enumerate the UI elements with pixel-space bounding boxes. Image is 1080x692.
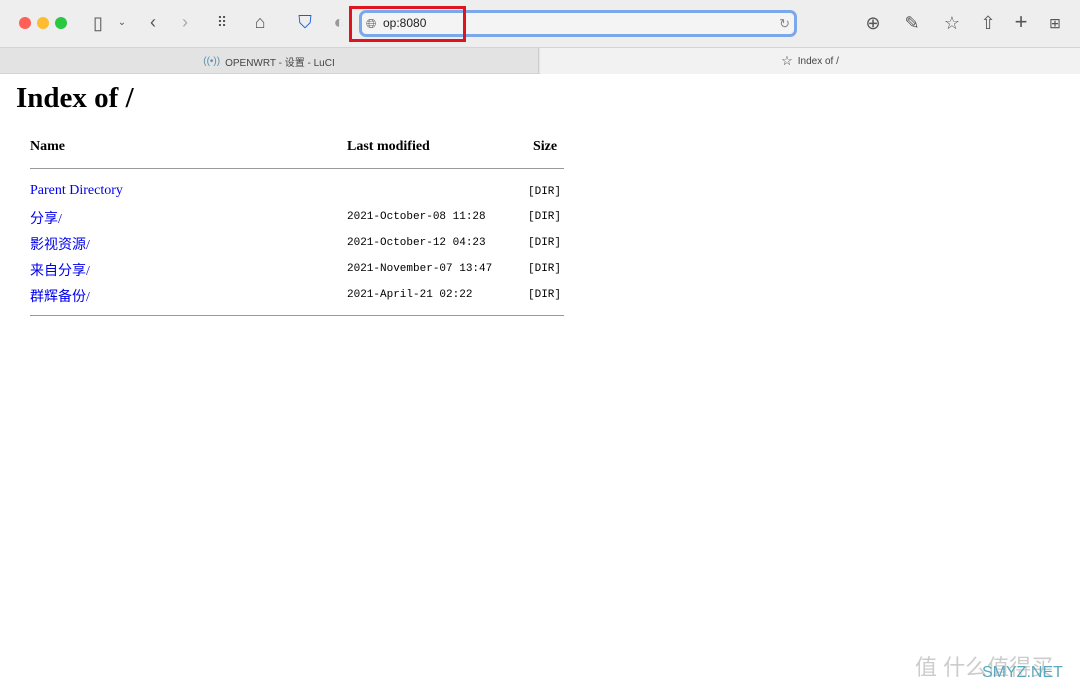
tab-overview-icon[interactable]: ⊞ <box>1045 13 1065 33</box>
table-row: Parent Directory [DIR] <box>0 183 600 207</box>
modified-cell: 2021-April-21 02:22 <box>347 289 473 301</box>
wireless-icon: ((•)) <box>203 55 221 67</box>
download-icon[interactable]: ⊕ <box>863 13 883 33</box>
table-row: 影视资源/2021-October-12 04:23 [DIR] <box>0 234 600 258</box>
table-row: 来自分享/2021-November-07 13:47 [DIR] <box>0 260 600 284</box>
size-cell: [DIR] <box>528 263 562 275</box>
share-icon[interactable]: ⇧ <box>978 13 998 33</box>
bitwarden-shield-icon[interactable]: ⛉ <box>294 12 316 32</box>
minimize-window-button[interactable] <box>37 17 49 29</box>
column-header-size: Size <box>533 139 558 154</box>
tab-label: Index of / <box>797 55 839 67</box>
watermark-site: SMYZ.NET <box>982 664 1063 681</box>
column-header-name: Name <box>30 139 65 154</box>
size-cell: [DIR] <box>528 186 562 198</box>
divider <box>30 168 564 169</box>
directory-link[interactable]: 分享/ <box>30 208 62 228</box>
chevron-down-icon[interactable]: ⌄ <box>116 13 128 33</box>
forward-button[interactable]: › <box>176 12 194 32</box>
column-header-modified: Last modified <box>347 139 430 154</box>
tab-bar: ((•)) OPENWRT - 设置 - LuCI ☆ Index of / <box>0 47 1080 74</box>
size-cell: [DIR] <box>528 211 562 223</box>
sidebar-toggle-icon[interactable]: ▯ <box>88 13 108 33</box>
table-row: 分享/2021-October-08 11:28 [DIR] <box>0 208 600 232</box>
new-tab-button[interactable]: + <box>1011 11 1031 33</box>
tab-index[interactable]: ☆ Index of / <box>540 48 1080 74</box>
maximize-window-button[interactable] <box>55 17 67 29</box>
page-title: Index of / <box>16 82 134 114</box>
browser-toolbar: ▯ ⌄ ‹ › ⠿ ⌂ ⛉ ◐ 🌐︎ op:8080 ↻ ⊕ ✎ ☆ ⇧ + ⊞ <box>0 0 1080 47</box>
tab-openwrt[interactable]: ((•)) OPENWRT - 设置 - LuCI <box>0 48 539 74</box>
modified-cell: 2021-October-12 04:23 <box>347 237 486 249</box>
divider <box>30 315 564 316</box>
modified-cell: 2021-October-08 11:28 <box>347 211 486 223</box>
table-row: 群辉备份/2021-April-21 02:22 [DIR] <box>0 286 600 310</box>
back-button[interactable]: ‹ <box>144 12 162 32</box>
directory-link[interactable]: 来自分享/ <box>30 260 90 280</box>
grid-apps-icon[interactable]: ⠿ <box>211 12 233 32</box>
star-icon[interactable]: ☆ <box>942 13 962 33</box>
directory-link[interactable]: 影视资源/ <box>30 234 90 254</box>
privacy-shield-icon[interactable]: ◐ <box>330 12 348 32</box>
keyboard-pen-icon[interactable]: ✎ <box>900 13 924 33</box>
size-cell: [DIR] <box>528 289 562 301</box>
modified-cell: 2021-November-07 13:47 <box>347 263 493 275</box>
home-icon[interactable]: ⌂ <box>249 12 271 32</box>
star-icon: ☆ <box>781 53 793 68</box>
size-cell: [DIR] <box>528 237 562 249</box>
highlight-annotation-box <box>349 6 466 42</box>
reload-icon[interactable]: ↻ <box>779 14 790 34</box>
parent-directory-link[interactable]: Parent Directory <box>30 183 123 199</box>
close-window-button[interactable] <box>19 17 31 29</box>
directory-link[interactable]: 群辉备份/ <box>30 286 90 306</box>
tab-label: OPENWRT - 设置 - LuCI <box>225 57 335 69</box>
